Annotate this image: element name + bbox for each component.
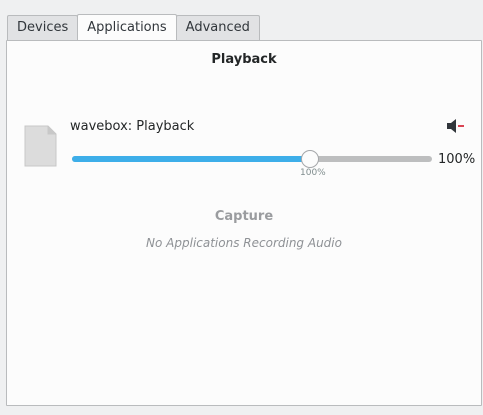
capture-empty-message: No Applications Recording Audio: [146, 236, 342, 250]
volume-slider-fill: [72, 156, 310, 162]
applications-panel: Playback wavebox: Playback 100% 100% Cap…: [6, 40, 482, 406]
tab-applications[interactable]: Applications: [77, 14, 177, 40]
tab-advanced[interactable]: Advanced: [175, 15, 260, 40]
speaker-muted-icon[interactable]: [445, 116, 465, 136]
slider-tick-label: 100%: [300, 168, 326, 178]
volume-slider-handle[interactable]: [300, 150, 319, 168]
document-icon: [24, 125, 57, 167]
tab-bar: Devices Applications Advanced: [7, 14, 260, 41]
capture-section-title: Capture: [214, 209, 274, 224]
stream-name: wavebox: Playback: [70, 119, 195, 134]
volume-slider[interactable]: [72, 150, 432, 168]
volume-value: 100%: [438, 152, 476, 167]
tab-devices[interactable]: Devices: [7, 15, 79, 40]
playback-section-title: Playback: [211, 52, 277, 67]
